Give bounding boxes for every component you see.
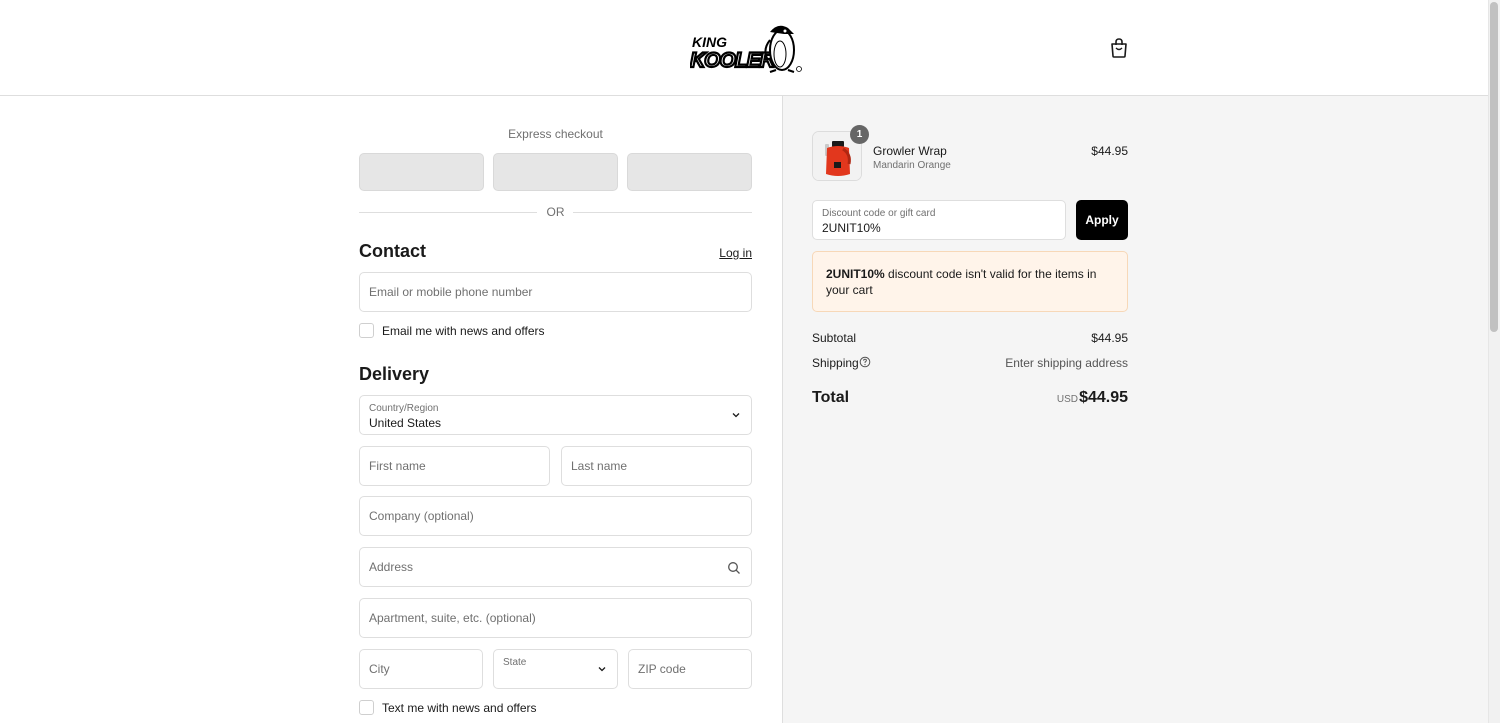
page-scrollbar[interactable] bbox=[1488, 0, 1500, 723]
email-field[interactable] bbox=[359, 272, 752, 312]
item-price: $44.95 bbox=[1091, 144, 1128, 158]
search-icon bbox=[728, 562, 740, 574]
country-select[interactable]: Country/Region United States bbox=[359, 395, 752, 435]
shipping-label: Shipping bbox=[812, 356, 859, 370]
divider-line-right bbox=[573, 212, 752, 213]
logo-word-bottom: KOOLER bbox=[690, 49, 776, 72]
help-circle-icon[interactable] bbox=[859, 356, 871, 368]
chevron-down-icon bbox=[732, 413, 740, 418]
last-name-field[interactable] bbox=[561, 446, 752, 486]
state-label: State bbox=[503, 657, 527, 668]
email-optin-label: Email me with news and offers bbox=[382, 324, 545, 338]
express-pay-button-1[interactable] bbox=[359, 153, 484, 191]
delivery-heading: Delivery bbox=[359, 364, 430, 384]
city-input[interactable] bbox=[360, 650, 482, 688]
discount-error-message: 2UNIT10% discount code isn't valid for t… bbox=[812, 251, 1128, 312]
express-pay-button-3[interactable] bbox=[627, 153, 752, 191]
apply-discount-button[interactable]: Apply bbox=[1076, 200, 1128, 240]
discount-value[interactable]: 2UNIT10% bbox=[822, 221, 881, 235]
total-label: Total bbox=[812, 389, 850, 406]
log-in-link[interactable]: Log in bbox=[700, 246, 752, 260]
contact-heading: Contact bbox=[359, 241, 426, 261]
chevron-down-icon bbox=[598, 667, 606, 672]
city-field[interactable] bbox=[359, 649, 483, 689]
item-name: Growler Wrap bbox=[873, 144, 947, 158]
address-field[interactable] bbox=[359, 547, 752, 587]
discount-field[interactable]: Discount code or gift card 2UNIT10% bbox=[812, 200, 1066, 240]
last-name-input[interactable] bbox=[562, 447, 751, 485]
zip-input[interactable] bbox=[629, 650, 751, 688]
king-kooler-logo: KING KOOLER bbox=[689, 25, 802, 73]
express-checkout-label: Express checkout bbox=[508, 127, 603, 141]
state-select[interactable]: State bbox=[493, 649, 618, 689]
header: KING KOOLER bbox=[0, 0, 1488, 96]
cart-button[interactable] bbox=[1107, 36, 1131, 60]
email-optin-row[interactable]: Email me with news and offers bbox=[359, 323, 659, 339]
logo-word-top: KING bbox=[692, 34, 727, 50]
apartment-input[interactable] bbox=[360, 599, 751, 637]
email-input[interactable] bbox=[360, 273, 751, 311]
shipping-value: Enter shipping address bbox=[1005, 356, 1128, 370]
subtotal-value: $44.95 bbox=[1091, 331, 1128, 345]
sms-optin-row[interactable]: Text me with news and offers bbox=[359, 700, 659, 716]
scrollbar-thumb[interactable] bbox=[1490, 2, 1498, 332]
discount-label: Discount code or gift card bbox=[822, 208, 936, 219]
zip-field[interactable] bbox=[628, 649, 752, 689]
sms-optin-checkbox[interactable] bbox=[359, 700, 374, 715]
subtotal-label: Subtotal bbox=[812, 331, 857, 345]
quantity-badge: 1 bbox=[850, 125, 869, 144]
first-name-input[interactable] bbox=[360, 447, 549, 485]
country-value: United States bbox=[369, 416, 442, 430]
or-divider: OR bbox=[359, 205, 752, 221]
country-label: Country/Region bbox=[369, 403, 439, 414]
order-summary-panel bbox=[782, 96, 1488, 723]
express-pay-button-2[interactable] bbox=[493, 153, 618, 191]
company-input[interactable] bbox=[360, 497, 751, 535]
shopping-bag-icon bbox=[1111, 38, 1127, 58]
company-field[interactable] bbox=[359, 496, 752, 536]
sms-optin-label: Text me with news and offers bbox=[382, 701, 537, 715]
total-amount: $44.95 bbox=[1079, 389, 1128, 406]
apartment-field[interactable] bbox=[359, 598, 752, 638]
item-variant: Mandarin Orange bbox=[873, 160, 951, 171]
error-code: 2UNIT10% bbox=[826, 267, 885, 281]
store-logo[interactable]: KING KOOLER bbox=[689, 22, 804, 74]
email-optin-checkbox[interactable] bbox=[359, 323, 374, 338]
address-input[interactable] bbox=[360, 548, 751, 586]
first-name-field[interactable] bbox=[359, 446, 550, 486]
